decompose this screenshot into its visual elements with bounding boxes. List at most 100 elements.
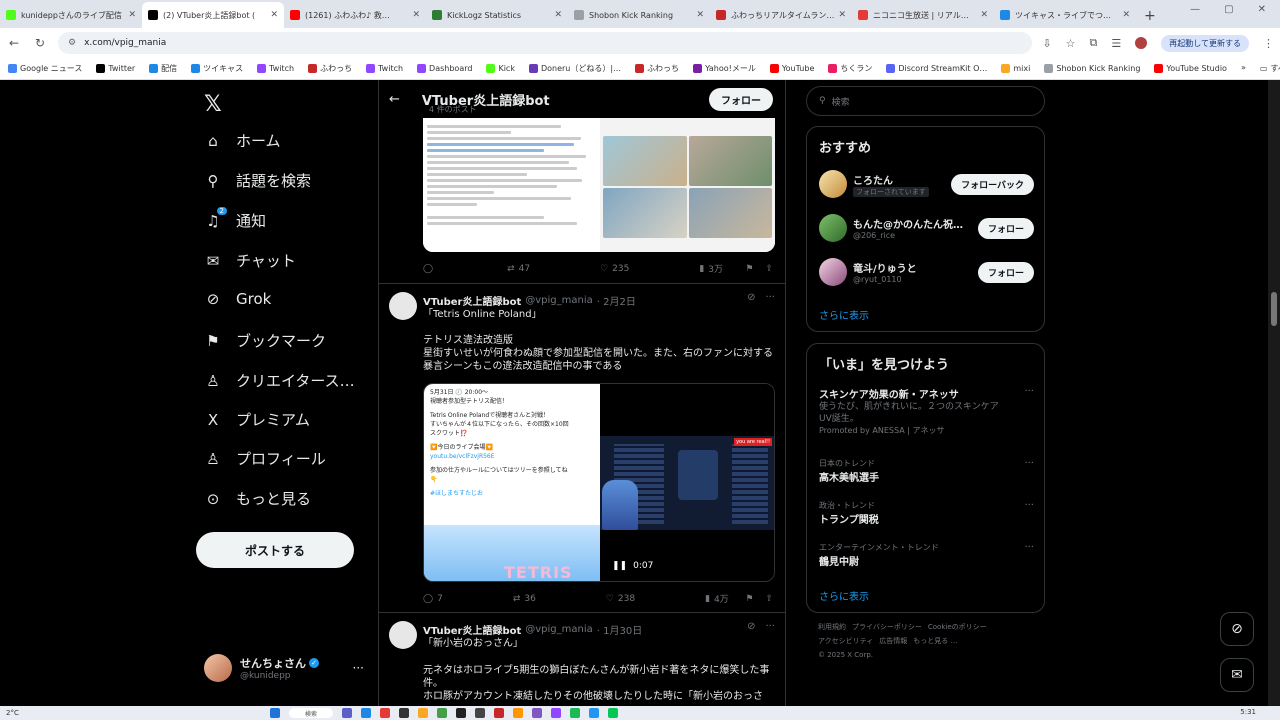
more-dots-icon[interactable]: ··· — [1024, 500, 1034, 511]
nav-item-1[interactable]: ⌂ ホーム — [204, 130, 280, 151]
nav-item-4[interactable]: ✉ チャット — [204, 250, 296, 271]
nav-item-6[interactable]: ⚑ ブックマーク — [204, 330, 326, 351]
more-dots-icon[interactable]: ··· — [765, 292, 775, 303]
app-icon[interactable] — [456, 708, 467, 718]
views-button[interactable]: ▮ 3万 — [699, 262, 723, 276]
tab-close-icon[interactable]: ✕ — [554, 10, 562, 20]
footer-link[interactable]: 利用規約 — [818, 623, 846, 631]
tab-close-icon[interactable]: ✕ — [412, 10, 420, 20]
folder-icon[interactable] — [418, 708, 429, 718]
follow-button[interactable]: フォロー — [977, 261, 1034, 283]
back-icon[interactable]: ← — [6, 36, 22, 50]
more-dots-icon[interactable]: ··· — [353, 661, 364, 675]
bookmark-item[interactable]: YouTube — [769, 64, 814, 73]
footer-link[interactable]: 広告情報 — [879, 637, 907, 645]
start-icon[interactable] — [270, 708, 280, 718]
more-dots-icon[interactable]: ··· — [765, 621, 775, 632]
bookmark-item[interactable]: Twitter — [96, 64, 135, 73]
all-bookmarks-folder[interactable]: ▭すべてのブックマーク — [1260, 63, 1280, 74]
tweet-media[interactable] — [423, 118, 775, 252]
nav-item-5[interactable]: ⊘ Grok — [204, 290, 272, 308]
messages-fab-icon[interactable]: ✉ — [1220, 658, 1254, 692]
tweet-author-name[interactable]: VTuber炎上語録bot — [423, 293, 521, 308]
browser-tab[interactable]: ツイキャス・ライブでつながる ✕ — [994, 2, 1136, 28]
footer-link[interactable]: アクセシビリティ — [818, 637, 873, 645]
install-icon[interactable]: ⇩ — [1042, 37, 1051, 50]
tab-close-icon[interactable]: ✕ — [270, 10, 278, 20]
x-logo-icon[interactable]: 𝕏 — [204, 92, 222, 117]
profile-avatar-icon[interactable] — [1135, 37, 1148, 49]
browser-tab[interactable]: KickLogz Statistics ✕ — [426, 2, 568, 28]
minimize-icon[interactable]: — — [1190, 4, 1200, 15]
nav-item-2[interactable]: ⚲ 話題を検索 — [204, 170, 312, 191]
app-icon[interactable] — [589, 708, 600, 718]
bookmark-item[interactable]: 配信 — [149, 63, 177, 74]
app-icon[interactable] — [342, 708, 353, 718]
bookmark-item[interactable]: Kick — [486, 64, 515, 73]
nav-item-10[interactable]: ⊙ もっと見る — [204, 488, 311, 509]
tab-close-icon[interactable]: ✕ — [980, 10, 988, 20]
extensions-icon[interactable]: ⧉ — [1090, 36, 1098, 50]
app-icon[interactable] — [608, 708, 619, 718]
tab-close-icon[interactable]: ✕ — [696, 10, 704, 20]
app-icon[interactable] — [475, 708, 486, 718]
pause-icon[interactable]: ❚❚ — [612, 561, 627, 571]
tweet-handle[interactable]: @vpig_mania — [525, 624, 593, 635]
show-more-link[interactable]: さらに表示 — [819, 307, 869, 322]
search-input[interactable]: ⚲ 検索 — [806, 86, 1045, 116]
browser-tab[interactable]: (1261) ふわふわ♪ 救… ✕ — [284, 2, 426, 28]
spotify-icon[interactable] — [570, 708, 581, 718]
reload-icon[interactable]: ↻ — [32, 36, 48, 50]
browser-tab[interactable]: ニコニコ生放送 | リアルタイム…✕ — [852, 2, 994, 28]
show-more-link[interactable]: さらに表示 — [819, 588, 869, 603]
tweet-avatar[interactable] — [389, 292, 417, 320]
nav-item-3[interactable]: ♫ 2 通知 — [204, 206, 266, 231]
app-icon[interactable] — [437, 708, 448, 718]
bookmark-item[interactable]: ふわっち — [635, 63, 679, 74]
star-icon[interactable]: ☆ — [1066, 37, 1076, 50]
bookmark-item[interactable]: ふわっち — [308, 63, 352, 74]
bookmark-icon[interactable]: ⚑ — [745, 264, 753, 274]
more-dots-icon[interactable]: ··· — [1024, 386, 1034, 397]
browser-tab[interactable]: ふわっちリアルタイムランキング✕ — [710, 2, 852, 28]
footer-link[interactable]: プライバシーポリシー — [852, 623, 922, 631]
trend-item[interactable]: エンターテインメント・トレンド 鶴見中尉 ··· — [819, 542, 1034, 568]
browser-tab[interactable]: Shobon Kick Ranking ✕ — [568, 2, 710, 28]
trend-item[interactable]: 政治・トレンド トランプ関税 ··· — [819, 500, 1034, 526]
tweet-avatar[interactable] — [389, 621, 417, 649]
bookmark-item[interactable]: Yahoo!メール — [693, 63, 756, 74]
bookmark-item[interactable]: ちくラン — [828, 63, 872, 74]
retweet-button[interactable]: ⇄ 36 — [513, 594, 536, 604]
bookmark-item[interactable]: Discord StreamKit O… — [886, 64, 987, 73]
follow-suggestion[interactable]: 竜斗/りゅうと @ryut_0110 フォロー — [819, 255, 1034, 289]
app-icon[interactable] — [551, 708, 562, 718]
app-icon[interactable] — [380, 708, 391, 718]
bookmark-item[interactable]: YouTube Studio — [1154, 64, 1227, 73]
bookmark-item[interactable]: Shobon Kick Ranking — [1044, 64, 1140, 73]
nav-item-9[interactable]: ♙ プロフィール — [204, 448, 325, 469]
like-button[interactable]: ♡ 235 — [600, 264, 629, 274]
tweet-handle[interactable]: @vpig_mania — [525, 295, 593, 306]
more-dots-icon[interactable]: ··· — [1024, 458, 1034, 469]
account-switcher[interactable]: せんちょさん ✓ @kunidepp ··· — [204, 654, 364, 682]
share-icon[interactable]: ⇧ — [765, 264, 773, 274]
retweet-button[interactable]: ⇄ 47 — [507, 264, 530, 274]
footer-link[interactable]: Cookieのポリシー — [928, 623, 987, 631]
bookmark-item[interactable]: Twitch — [257, 64, 294, 73]
bookmark-icon[interactable]: ⚑ — [745, 594, 753, 604]
grok-icon[interactable]: ⊘ — [747, 621, 755, 632]
reply-button[interactable]: ◯ — [423, 264, 437, 274]
bookmark-item[interactable]: mixi — [1001, 64, 1030, 73]
tweet-author-name[interactable]: VTuber炎上語録bot — [423, 622, 521, 637]
footer-link[interactable]: もっと見る … — [913, 637, 957, 645]
bookmarks-more-icon[interactable]: » — [1241, 63, 1246, 74]
url-field[interactable]: ⚙ x.com/vpig_mania — [58, 32, 1033, 54]
tweet-date[interactable]: · 2月2日 — [597, 293, 636, 308]
like-button[interactable]: ♡ 238 — [606, 594, 635, 604]
follow-back-button[interactable]: フォローバック — [951, 173, 1034, 195]
tab-close-icon[interactable]: ✕ — [128, 10, 136, 20]
bookmark-item[interactable]: Dashboard — [417, 64, 472, 73]
bookmark-item[interactable]: Google ニュース — [8, 63, 82, 74]
taskbar-search[interactable]: 検索 — [289, 708, 334, 718]
restart-update-button[interactable]: 再起動して更新する — [1161, 34, 1249, 52]
